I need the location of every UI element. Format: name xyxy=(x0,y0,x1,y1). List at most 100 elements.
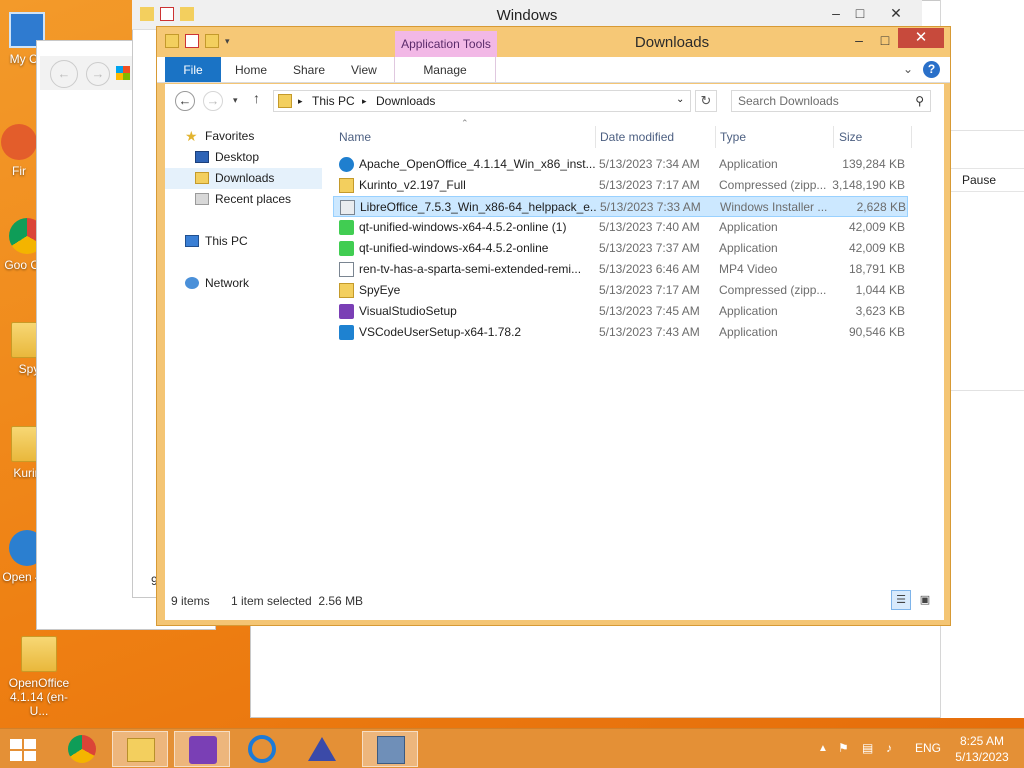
file-explorer-icon xyxy=(127,738,155,762)
back-button[interactable]: ← xyxy=(175,91,195,111)
nav-downloads[interactable]: Downloads xyxy=(165,168,322,189)
close-button[interactable]: ✕ xyxy=(898,28,944,48)
file-date-modified: 5/13/2023 7:17 AM xyxy=(599,178,700,192)
zip-folder-icon xyxy=(339,283,354,298)
app-triangle-icon xyxy=(308,737,336,761)
refresh-button[interactable]: ↻ xyxy=(695,90,717,112)
taskbar-file-explorer[interactable] xyxy=(112,731,168,767)
search-input[interactable] xyxy=(738,93,904,109)
forward-button[interactable]: → xyxy=(203,91,223,111)
column-header-type[interactable]: Type xyxy=(720,122,746,152)
column-separator[interactable] xyxy=(715,126,716,148)
maximize-button[interactable]: □ xyxy=(871,31,899,51)
tab-share[interactable]: Share xyxy=(283,57,335,82)
breadcrumb-separator[interactable]: ▸ xyxy=(362,96,367,107)
breadcrumb-separator[interactable]: ▸ xyxy=(298,96,303,107)
file-type: Application xyxy=(719,220,778,234)
nav-desktop[interactable]: Desktop xyxy=(165,147,322,168)
expand-ribbon-chevron-icon[interactable]: ⌄ xyxy=(903,62,913,76)
file-date-modified: 5/13/2023 7:40 AM xyxy=(599,220,700,234)
windows-logo-icon xyxy=(24,751,36,761)
taskbar: ▲ ⚑ ▤ ♪ ENG 8:25 AM 5/13/2023 xyxy=(0,728,1024,768)
file-name: VisualStudioSetup xyxy=(359,304,457,318)
openoffice-icon xyxy=(339,157,354,172)
tab-view[interactable]: View xyxy=(341,57,387,82)
tab-manage[interactable]: Manage xyxy=(394,57,496,82)
table-row[interactable]: SpyEye 5/13/2023 7:17 AM Compressed (zipp.… xyxy=(333,280,908,301)
show-hidden-icons-chevron-icon[interactable]: ▲ xyxy=(818,743,828,754)
taskbar-setup-program[interactable] xyxy=(362,731,418,767)
tab-file[interactable]: File xyxy=(165,57,221,82)
browser-back-button[interactable]: ← xyxy=(50,60,78,88)
input-language[interactable]: ENG xyxy=(915,741,941,755)
explorer-window: ▾ Application Tools Downloads – □ ✕ File… xyxy=(156,26,951,626)
table-row[interactable]: VisualStudioSetup 5/13/2023 7:45 AM Applic… xyxy=(333,301,908,322)
file-type: Application xyxy=(719,241,778,255)
file-type: Compressed (zipp... xyxy=(719,283,827,297)
taskbar-chrome[interactable] xyxy=(54,731,110,767)
column-header-pause[interactable]: Pause xyxy=(962,173,996,187)
column-header-size[interactable]: Size xyxy=(839,122,862,152)
new-folder-icon[interactable] xyxy=(205,34,219,48)
column-separator[interactable] xyxy=(911,126,912,148)
tab-home[interactable]: Home xyxy=(225,57,277,82)
nav-network[interactable]: Network xyxy=(165,273,322,294)
clock-time: 8:25 AM xyxy=(959,734,1005,748)
nav-recent-places[interactable]: Recent places xyxy=(165,189,322,210)
breadcrumb-this-pc[interactable]: This PC xyxy=(312,94,355,108)
clock[interactable]: 8:25 AM 5/13/2023 xyxy=(950,733,1014,765)
table-row[interactable]: ren-tv-has-a-sparta-semi-extended-remi..… xyxy=(333,259,908,280)
table-row[interactable]: Apache_OpenOffice_4.1.14_Win_x86_inst...… xyxy=(333,154,908,175)
maximize-button[interactable]: □ xyxy=(846,4,874,24)
taskbar-visual-studio-installer[interactable] xyxy=(174,731,230,767)
divider xyxy=(950,390,1024,391)
taskbar-internet-explorer[interactable] xyxy=(234,731,290,767)
address-history-chevron-icon[interactable]: ⌄ xyxy=(676,94,684,105)
desktop-icon-openoffice-folder[interactable]: OpenOffice 4.1.14 (en-U... xyxy=(2,636,76,718)
nav-label: This PC xyxy=(205,234,248,248)
search-icon[interactable]: ⚲ xyxy=(915,94,924,108)
nav-favorites[interactable]: ★ Favorites xyxy=(165,126,322,147)
minimize-button[interactable]: – xyxy=(845,31,873,51)
file-name: Apache_OpenOffice_4.1.14_Win_x86_inst... xyxy=(359,157,595,171)
start-button[interactable] xyxy=(10,739,38,761)
search-box[interactable]: ⚲ xyxy=(731,90,931,112)
up-button[interactable]: ↑ xyxy=(253,90,260,106)
file-size: 2,628 KB xyxy=(856,200,906,214)
volume-muted-icon[interactable]: ♪ xyxy=(886,741,892,755)
close-button[interactable]: ✕ xyxy=(876,4,916,24)
network-status-icon[interactable]: ▤ xyxy=(862,741,873,755)
breadcrumb-downloads[interactable]: Downloads xyxy=(376,94,435,108)
recent-locations-chevron-icon[interactable]: ▾ xyxy=(233,95,238,106)
explorer-titlebar[interactable]: ▾ Application Tools Downloads – □ ✕ xyxy=(157,27,950,57)
column-separator[interactable] xyxy=(595,126,596,148)
action-center-flag-icon[interactable]: ⚑ xyxy=(838,741,849,755)
details-view-button[interactable]: ☰ xyxy=(891,590,911,610)
taskbar-app[interactable] xyxy=(294,731,350,767)
file-date-modified: 5/13/2023 7:43 AM xyxy=(599,325,700,339)
table-row[interactable]: Kurinto_v2.197_Full 5/13/2023 7:17 AM Comp… xyxy=(333,175,908,196)
nav-label: Desktop xyxy=(215,150,260,164)
table-row[interactable]: LibreOffice_7.5.3_Win_x86-64_helppack_e.… xyxy=(333,196,908,217)
folder-icon[interactable] xyxy=(165,34,179,48)
properties-icon[interactable] xyxy=(185,34,199,48)
downloads-folder-icon xyxy=(195,172,209,184)
table-row[interactable]: qt-unified-windows-x64-4.5.2-online 5/13/… xyxy=(333,238,908,259)
internet-explorer-icon xyxy=(248,735,276,763)
browser-forward-button[interactable]: → xyxy=(86,62,110,86)
column-header-name[interactable]: Name xyxy=(339,122,371,152)
table-row[interactable]: qt-unified-windows-x64-4.5.2-online (1) 5… xyxy=(333,217,908,238)
zip-folder-icon xyxy=(339,178,354,193)
column-header-date-modified[interactable]: Date modified xyxy=(600,122,674,152)
windows-logo-icon xyxy=(24,739,36,749)
chrome-icon xyxy=(68,735,96,763)
table-row[interactable]: VSCodeUserSetup-x64-1.78.2 5/13/2023 7:43… xyxy=(333,322,908,343)
windows-logo-icon xyxy=(10,751,22,761)
column-separator[interactable] xyxy=(833,126,834,148)
address-bar[interactable]: ▸ This PC ▸ Downloads ⌄ xyxy=(273,90,691,112)
nav-this-pc[interactable]: This PC xyxy=(165,231,322,252)
help-icon[interactable]: ? xyxy=(923,61,940,78)
large-icons-view-button[interactable]: ▣ xyxy=(915,590,935,610)
chevron-down-icon[interactable]: ▾ xyxy=(225,34,233,48)
file-name: VSCodeUserSetup-x64-1.78.2 xyxy=(359,325,522,339)
